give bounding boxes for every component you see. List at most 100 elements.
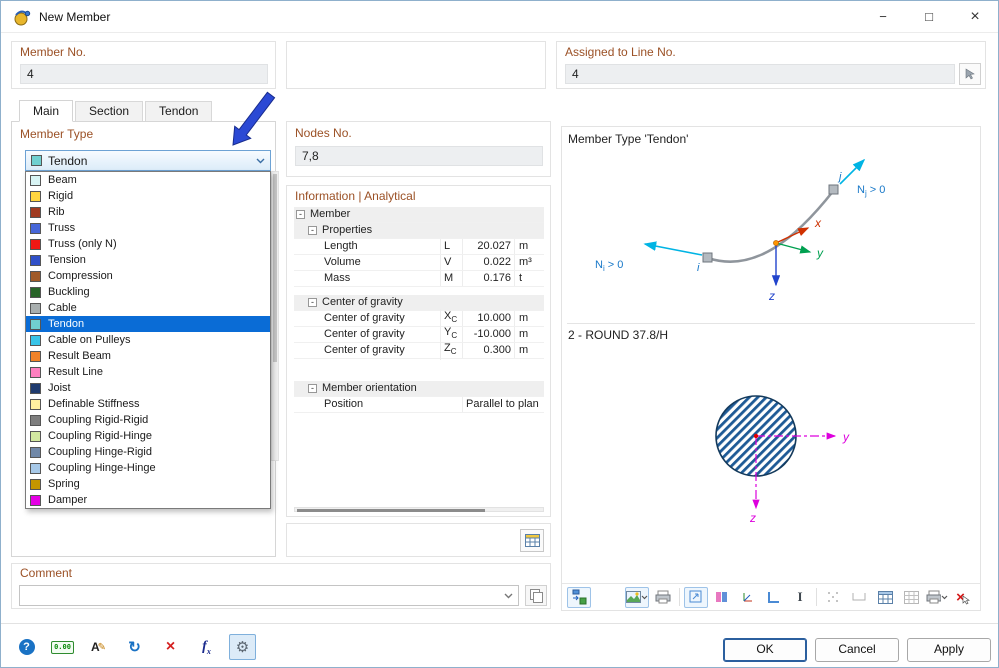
units-button[interactable]: 0.00 bbox=[49, 634, 76, 660]
option-joist[interactable]: Joist bbox=[26, 380, 270, 396]
member-type-scrollbar[interactable] bbox=[271, 171, 279, 461]
table-row-volume[interactable]: Volume V 0.022 m³ bbox=[294, 255, 544, 271]
member-type-label: Member Type bbox=[20, 127, 94, 141]
close-button[interactable]: × bbox=[952, 1, 998, 32]
type-color-swatch bbox=[30, 238, 41, 250]
info-hscrollbar[interactable] bbox=[294, 507, 544, 512]
member-type-combobox[interactable]: Tendon bbox=[25, 150, 271, 171]
option-truss-only-n[interactable]: Truss (only N) bbox=[26, 236, 270, 252]
title-bar: New Member − □ × bbox=[1, 1, 998, 33]
type-color-swatch bbox=[30, 478, 41, 490]
option-tension[interactable]: Tension bbox=[26, 252, 270, 268]
option-result-line[interactable]: Result Line bbox=[26, 364, 270, 380]
refresh-button[interactable]: ↻ bbox=[121, 634, 148, 660]
close-graphic-button[interactable]: × bbox=[951, 587, 975, 608]
comment-combobox[interactable] bbox=[19, 585, 519, 606]
graphic-settings-button[interactable] bbox=[567, 586, 591, 608]
collapse-icon[interactable]: - bbox=[308, 384, 317, 393]
assigned-line-group: Assigned to Line No. 4 bbox=[556, 41, 986, 89]
table-row-position[interactable]: Position Parallel to plan bbox=[294, 397, 544, 413]
hscrollbar-thumb[interactable] bbox=[297, 509, 485, 512]
help-button[interactable]: ? bbox=[13, 634, 40, 660]
cancel-button[interactable]: Cancel bbox=[815, 638, 899, 662]
member-no-label: Member No. bbox=[20, 45, 87, 59]
tab-tendon[interactable]: Tendon bbox=[145, 101, 213, 121]
nodes-field[interactable]: 7,8 bbox=[295, 146, 543, 166]
stress-points-button[interactable] bbox=[821, 587, 845, 608]
tab-main[interactable]: Main bbox=[19, 100, 74, 122]
section-profile-button[interactable]: I bbox=[788, 587, 812, 608]
type-color-swatch bbox=[30, 398, 41, 410]
apply-button[interactable]: Apply bbox=[907, 638, 991, 662]
minimize-button[interactable]: − bbox=[860, 1, 906, 32]
window-title: New Member bbox=[39, 9, 111, 24]
view-mode-button[interactable] bbox=[625, 586, 649, 608]
table-row-length[interactable]: Length L 20.027 m bbox=[294, 239, 544, 255]
scrollbar-thumb[interactable] bbox=[273, 174, 277, 362]
welds-button[interactable] bbox=[847, 587, 871, 608]
chevron-down-icon bbox=[941, 595, 948, 599]
print-graphic-button[interactable] bbox=[651, 587, 675, 608]
option-coupling-rigid-rigid[interactable]: Coupling Rigid-Rigid bbox=[26, 412, 270, 428]
section-outline-button[interactable] bbox=[762, 587, 786, 608]
axial-force-i-arrow bbox=[643, 241, 703, 256]
option-spring[interactable]: Spring bbox=[26, 476, 270, 492]
table-row-cog-z[interactable]: Center of gravity ZC 0.300 m bbox=[294, 341, 544, 360]
collapse-icon[interactable]: - bbox=[308, 226, 317, 235]
option-cable[interactable]: Cable bbox=[26, 300, 270, 316]
tree-group-center-of-gravity[interactable]: - Center of gravity bbox=[294, 295, 544, 311]
option-tendon[interactable]: Tendon bbox=[26, 316, 270, 332]
tree-group-member[interactable]: - Member bbox=[294, 207, 544, 223]
option-compression[interactable]: Compression bbox=[26, 268, 270, 284]
member-no-field[interactable]: 4 bbox=[20, 64, 268, 84]
option-coupling-hinge-rigid[interactable]: Coupling Hinge-Rigid bbox=[26, 444, 270, 460]
nodes-group: Nodes No. 7,8 bbox=[286, 121, 551, 177]
x-axis-arrow bbox=[775, 227, 810, 244]
print-menu-button[interactable] bbox=[925, 587, 949, 608]
option-coupling-hinge-hinge[interactable]: Coupling Hinge-Hinge bbox=[26, 460, 270, 476]
function-button[interactable]: fx bbox=[193, 634, 220, 660]
option-buckling[interactable]: Buckling bbox=[26, 284, 270, 300]
option-damper[interactable]: Damper bbox=[26, 492, 270, 508]
option-result-beam[interactable]: Result Beam bbox=[26, 348, 270, 364]
table-row-mass[interactable]: Mass M 0.176 t bbox=[294, 271, 544, 287]
option-rib[interactable]: Rib bbox=[26, 204, 270, 220]
rename-button[interactable]: A ✎ bbox=[85, 634, 112, 660]
option-cable-on-pulleys[interactable]: Cable on Pulleys bbox=[26, 332, 270, 348]
table-row-cog-x[interactable]: Center of gravity XC 10.000 m bbox=[294, 309, 544, 328]
tree-group-properties[interactable]: - Properties bbox=[294, 223, 544, 239]
node-i-marker bbox=[702, 252, 713, 263]
selected-type-label: Tendon bbox=[48, 153, 88, 168]
delete-button[interactable]: × bbox=[157, 634, 184, 660]
open-in-table-button[interactable] bbox=[520, 529, 544, 552]
maximize-button[interactable]: □ bbox=[906, 1, 952, 32]
collapse-icon[interactable]: - bbox=[296, 210, 305, 219]
table-row-cog-y[interactable]: Center of gravity YC -10.000 m bbox=[294, 325, 544, 344]
maximize-icon: □ bbox=[925, 9, 933, 24]
settings-button[interactable]: ⚙ bbox=[229, 634, 256, 660]
color-scale-button[interactable] bbox=[710, 587, 734, 608]
graphic-toolbar-group: I × bbox=[624, 586, 976, 608]
option-beam[interactable]: Beam bbox=[26, 172, 270, 188]
function-icon: fx bbox=[202, 638, 211, 656]
help-icon: ? bbox=[18, 639, 35, 655]
ibeam-icon: I bbox=[797, 589, 803, 604]
result-table-button[interactable] bbox=[899, 587, 923, 608]
copy-comment-button[interactable] bbox=[525, 585, 547, 606]
coordinate-system-button[interactable] bbox=[736, 587, 760, 608]
ok-button[interactable]: OK bbox=[723, 638, 807, 662]
assigned-line-field[interactable]: 4 bbox=[565, 64, 955, 84]
stress-points-icon bbox=[828, 592, 838, 602]
tables-button[interactable] bbox=[873, 587, 897, 608]
option-rigid[interactable]: Rigid bbox=[26, 188, 270, 204]
tab-section[interactable]: Section bbox=[75, 101, 144, 121]
section-z-axis-label: z bbox=[749, 511, 756, 525]
tree-group-member-orientation[interactable]: - Member orientation bbox=[294, 381, 544, 397]
option-truss[interactable]: Truss bbox=[26, 220, 270, 236]
option-definable-stiffness[interactable]: Definable Stiffness bbox=[26, 396, 270, 412]
select-line-button[interactable] bbox=[959, 63, 981, 85]
new-window-button[interactable] bbox=[684, 586, 708, 608]
collapse-icon[interactable]: - bbox=[308, 298, 317, 307]
option-coupling-rigid-hinge[interactable]: Coupling Rigid-Hinge bbox=[26, 428, 270, 444]
table-icon bbox=[524, 534, 540, 547]
